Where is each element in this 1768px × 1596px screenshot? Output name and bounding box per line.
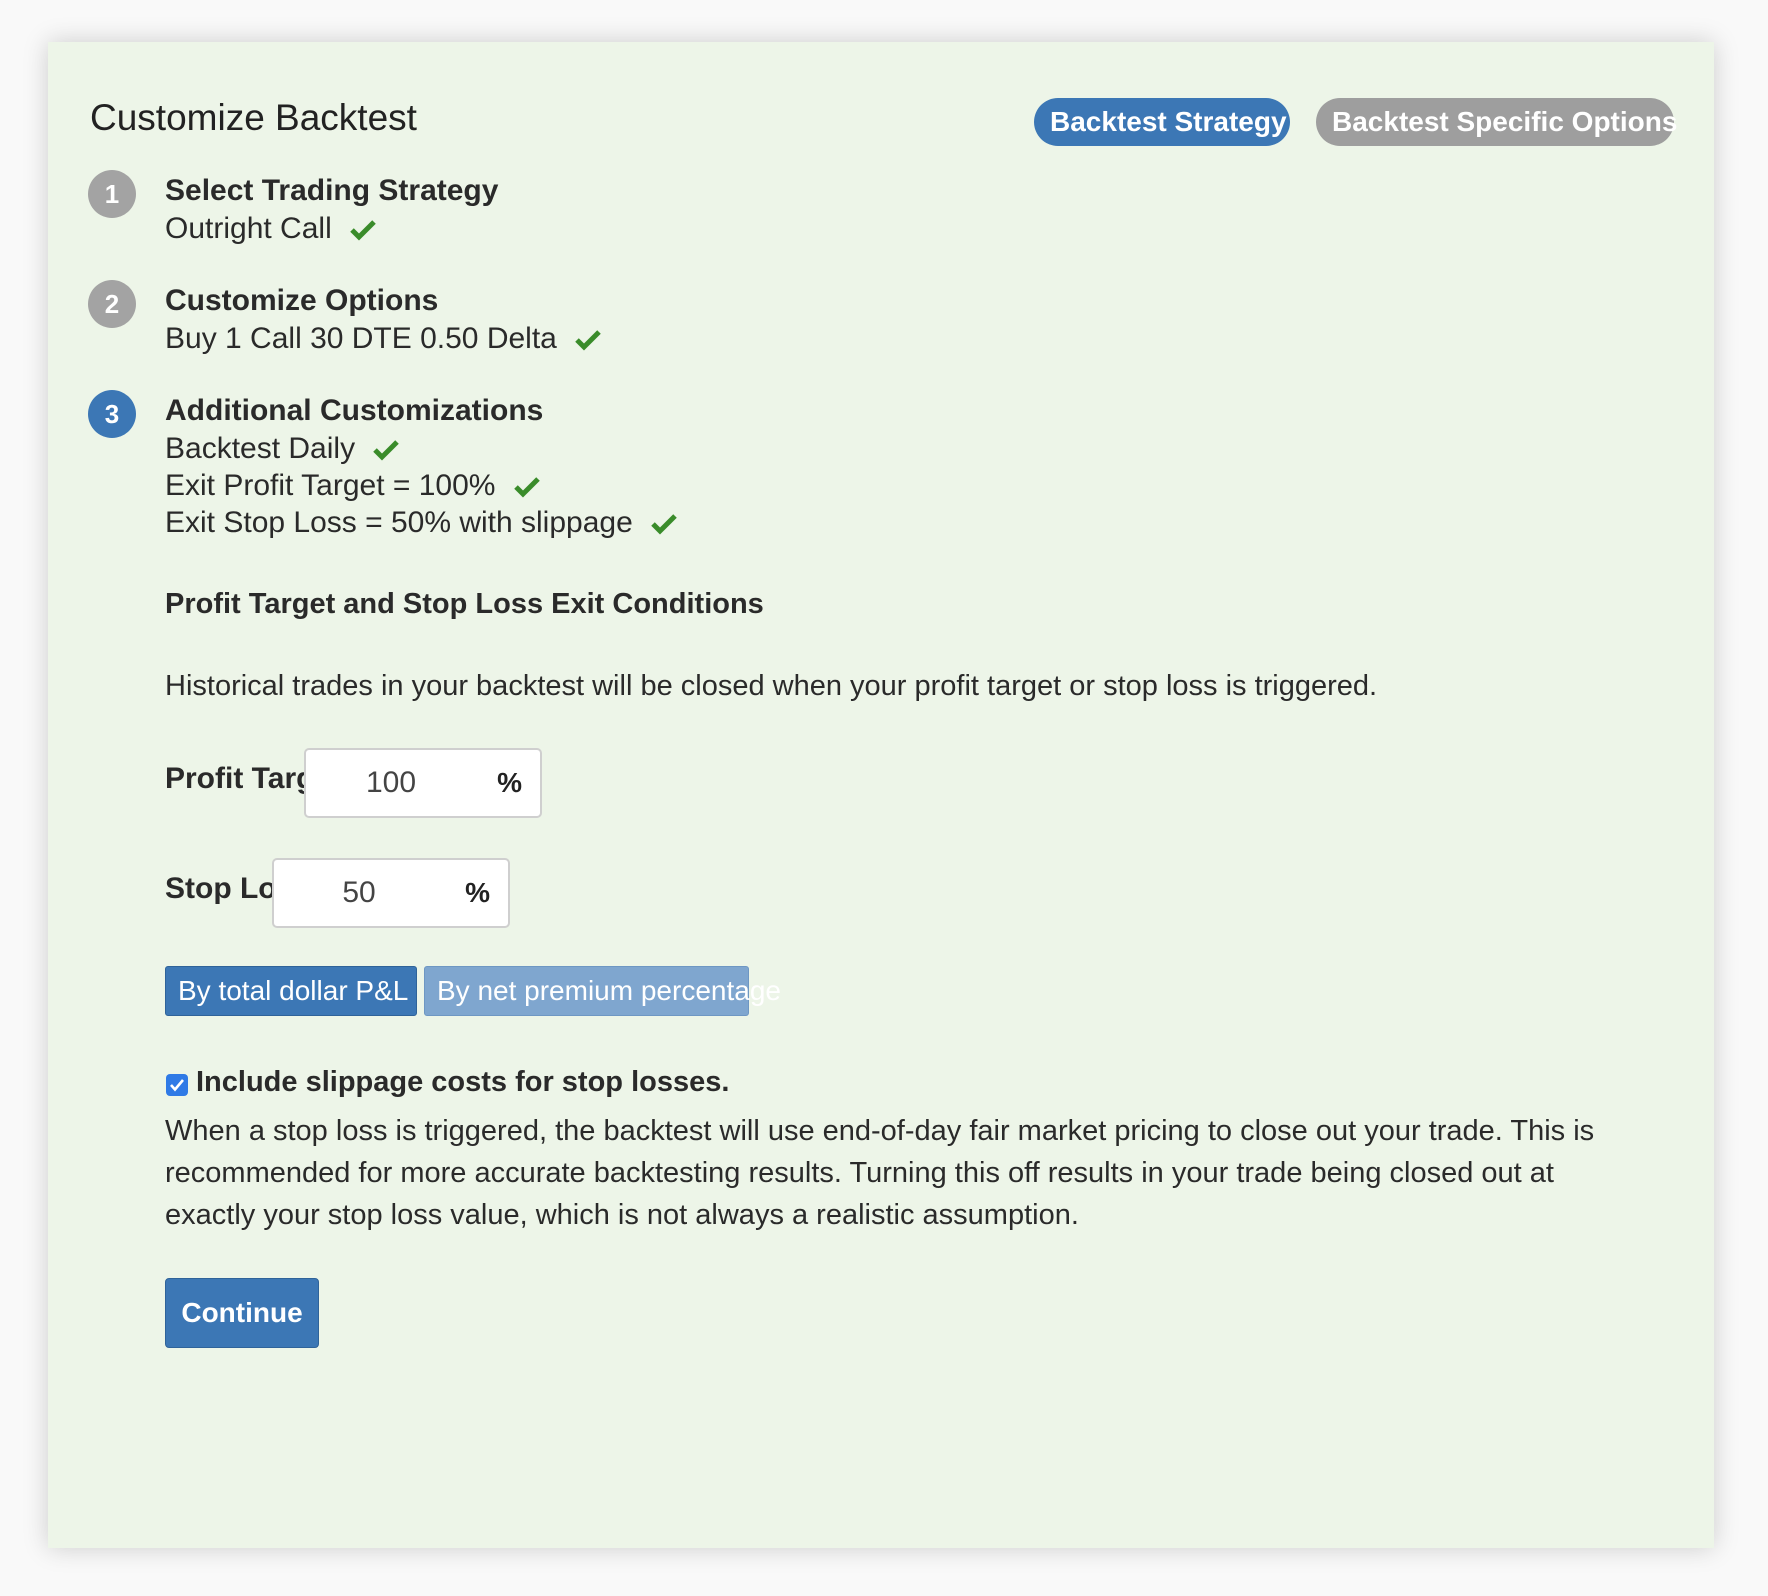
stop-loss-field: % <box>272 858 510 928</box>
step-3-line-backtest-daily: Backtest Daily <box>165 432 400 466</box>
checkmark-icon <box>170 1079 184 1092</box>
profit-target-unit: % <box>497 767 522 798</box>
step-2-summary: Buy 1 Call 30 DTE 0.50 Delta <box>165 322 601 356</box>
profit-target-input[interactable] <box>306 750 476 816</box>
exit-conditions-heading: Profit Target and Stop Loss Exit Conditi… <box>165 588 764 620</box>
step-1-summary-text: Outright Call <box>165 212 332 245</box>
step-2-summary-text: Buy 1 Call 30 DTE 0.50 Delta <box>165 322 557 355</box>
step-3-line-text: Exit Stop Loss = 50% with slippage <box>165 506 633 539</box>
step-1-summary: Outright Call <box>165 212 376 246</box>
step-3-line-text: Backtest Daily <box>165 432 356 465</box>
step-3-line-stop-loss: Exit Stop Loss = 50% with slippage <box>165 506 677 540</box>
slippage-checkbox[interactable] <box>166 1074 188 1096</box>
step-3-title[interactable]: Additional Customizations <box>165 394 543 428</box>
check-icon <box>651 514 677 535</box>
customize-backtest-panel: Customize Backtest Backtest Strategy Bac… <box>48 42 1714 1548</box>
check-icon <box>373 440 400 461</box>
by-net-premium-percentage-button[interactable]: By net premium percentage <box>424 966 781 1016</box>
stop-loss-unit: % <box>465 877 490 908</box>
step-3-line-profit-target: Exit Profit Target = 100% <box>165 469 540 503</box>
check-icon <box>575 330 601 351</box>
step-1-badge: 1 <box>88 170 136 218</box>
slippage-checkbox-label[interactable]: Include slippage costs for stop losses. <box>196 1066 729 1099</box>
check-icon <box>514 477 540 498</box>
step-2-title[interactable]: Customize Options <box>165 284 438 318</box>
exit-conditions-description: Historical trades in your backtest will … <box>165 670 1378 702</box>
step-1-title[interactable]: Select Trading Strategy <box>165 174 498 208</box>
check-icon <box>350 220 376 241</box>
step-3-badge: 3 <box>88 390 136 438</box>
stop-loss-input[interactable] <box>274 860 444 926</box>
profit-target-field: % <box>304 748 542 818</box>
by-total-dollar-pl-button[interactable]: By total dollar P&L <box>165 966 417 1016</box>
step-3-line-text: Exit Profit Target = 100% <box>165 469 496 502</box>
continue-button[interactable]: Continue <box>165 1278 319 1348</box>
backtest-specific-options-tab[interactable]: Backtest Specific Options <box>1316 98 1677 146</box>
page-title: Customize Backtest <box>90 97 417 138</box>
slippage-description: When a stop loss is triggered, the backt… <box>165 1115 1595 1231</box>
step-2-badge: 2 <box>88 280 136 328</box>
backtest-strategy-tab[interactable]: Backtest Strategy <box>1034 98 1290 146</box>
